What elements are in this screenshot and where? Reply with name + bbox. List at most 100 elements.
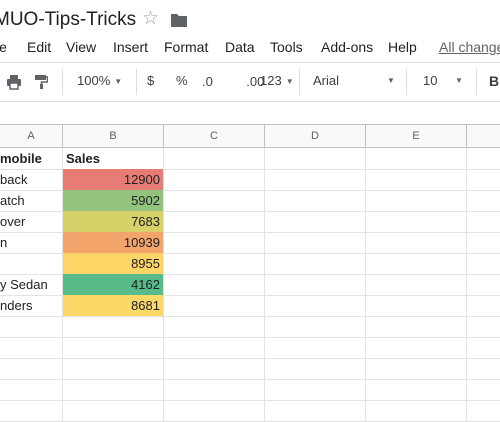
- cell-e[interactable]: [366, 379, 467, 400]
- cell-e[interactable]: [366, 211, 467, 232]
- cell-f[interactable]: [467, 358, 500, 379]
- cell-a[interactable]: nders: [0, 295, 63, 316]
- column-header-f[interactable]: [467, 125, 500, 147]
- cell-b[interactable]: [63, 358, 164, 379]
- cell-e[interactable]: [366, 274, 467, 295]
- cell-a[interactable]: atch: [0, 190, 63, 211]
- column-header-d[interactable]: D: [265, 125, 366, 147]
- decrease-decimal-button[interactable]: .0: [202, 74, 213, 89]
- cell-e[interactable]: [366, 358, 467, 379]
- cell-a[interactable]: n: [0, 232, 63, 253]
- cell-c[interactable]: [164, 295, 265, 316]
- font-size-select[interactable]: 10 ▼: [423, 73, 463, 88]
- column-header-b[interactable]: B: [63, 125, 164, 147]
- cell-a[interactable]: [0, 316, 63, 337]
- menu-file[interactable]: le: [0, 39, 7, 55]
- cell-e[interactable]: [366, 337, 467, 358]
- cell-c[interactable]: [164, 316, 265, 337]
- star-icon[interactable]: ☆: [142, 9, 159, 28]
- cell-f[interactable]: [467, 253, 500, 274]
- cell-a[interactable]: [0, 379, 63, 400]
- cell-d[interactable]: [265, 253, 366, 274]
- cell-a[interactable]: [0, 337, 63, 358]
- cell-c[interactable]: [164, 358, 265, 379]
- cell-e[interactable]: [366, 253, 467, 274]
- cell-c[interactable]: [164, 274, 265, 295]
- cell-a[interactable]: over: [0, 211, 63, 232]
- cell-c[interactable]: [164, 400, 265, 421]
- cell-f[interactable]: [467, 274, 500, 295]
- menu-format[interactable]: Format: [164, 39, 208, 55]
- save-status-link[interactable]: All change: [439, 39, 500, 55]
- cell-f[interactable]: [467, 295, 500, 316]
- font-select[interactable]: Arial ▼: [313, 73, 395, 88]
- cell-f[interactable]: [467, 148, 500, 169]
- spreadsheet-grid[interactable]: A B C D E mobile Sales back 12900 atch 5902 ov…: [0, 124, 500, 422]
- cell-b[interactable]: [63, 379, 164, 400]
- cell-c[interactable]: [164, 211, 265, 232]
- cell-a[interactable]: [0, 358, 63, 379]
- cell-d[interactable]: [265, 211, 366, 232]
- cell-e[interactable]: [366, 232, 467, 253]
- menu-edit[interactable]: Edit: [27, 39, 51, 55]
- cell-a[interactable]: back: [0, 169, 63, 190]
- menu-help[interactable]: Help: [388, 39, 417, 55]
- cell-a[interactable]: [0, 400, 63, 421]
- cell-f[interactable]: [467, 232, 500, 253]
- percent-format-button[interactable]: %: [176, 73, 188, 88]
- more-formats-button[interactable]: 123 ▼: [260, 73, 294, 88]
- menu-view[interactable]: View: [66, 39, 96, 55]
- cell-d[interactable]: [265, 379, 366, 400]
- cell-d[interactable]: [265, 148, 366, 169]
- currency-format-button[interactable]: $: [147, 73, 154, 88]
- menu-tools[interactable]: Tools: [270, 39, 303, 55]
- cell-e[interactable]: [366, 148, 467, 169]
- cell-e[interactable]: [366, 316, 467, 337]
- print-icon[interactable]: [6, 74, 22, 90]
- cell-d[interactable]: [265, 400, 366, 421]
- cell-b[interactable]: [63, 400, 164, 421]
- column-header-e[interactable]: E: [366, 125, 467, 147]
- cell-f[interactable]: [467, 211, 500, 232]
- folder-icon[interactable]: [170, 12, 188, 28]
- cell-e[interactable]: [366, 169, 467, 190]
- cell-b[interactable]: 5902: [63, 190, 164, 211]
- cell-c[interactable]: [164, 253, 265, 274]
- cell-f[interactable]: [467, 337, 500, 358]
- cell-f[interactable]: [467, 379, 500, 400]
- cell-a[interactable]: y Sedan: [0, 274, 63, 295]
- zoom-select[interactable]: 100% ▼: [77, 73, 122, 88]
- cell-d[interactable]: [265, 169, 366, 190]
- cell-b[interactable]: 8955: [63, 253, 164, 274]
- cell-b[interactable]: 4162: [63, 274, 164, 295]
- menu-addons[interactable]: Add-ons: [321, 39, 373, 55]
- cell-c[interactable]: [164, 148, 265, 169]
- cell-b[interactable]: [63, 316, 164, 337]
- column-header-c[interactable]: C: [164, 125, 265, 147]
- cell-d[interactable]: [265, 274, 366, 295]
- cell-f[interactable]: [467, 316, 500, 337]
- cell-a[interactable]: [0, 253, 63, 274]
- cell-b[interactable]: 7683: [63, 211, 164, 232]
- cell-e[interactable]: [366, 190, 467, 211]
- cell-e[interactable]: [366, 400, 467, 421]
- menu-insert[interactable]: Insert: [113, 39, 148, 55]
- cell-d[interactable]: [265, 295, 366, 316]
- document-title[interactable]: MUO-Tips-Tricks: [0, 9, 136, 31]
- cell-f[interactable]: [467, 190, 500, 211]
- cell-f[interactable]: [467, 400, 500, 421]
- menu-data[interactable]: Data: [225, 39, 255, 55]
- cell-c[interactable]: [164, 337, 265, 358]
- cell-b[interactable]: 10939: [63, 232, 164, 253]
- cell-c[interactable]: [164, 232, 265, 253]
- cell-c[interactable]: [164, 169, 265, 190]
- cell-d[interactable]: [265, 316, 366, 337]
- cell-b[interactable]: 8681: [63, 295, 164, 316]
- cell-b[interactable]: [63, 337, 164, 358]
- cell-f[interactable]: [467, 169, 500, 190]
- column-header-a[interactable]: A: [0, 125, 63, 147]
- cell-d[interactable]: [265, 337, 366, 358]
- cell-a[interactable]: mobile: [0, 148, 63, 169]
- cell-d[interactable]: [265, 358, 366, 379]
- bold-button[interactable]: B: [489, 73, 499, 89]
